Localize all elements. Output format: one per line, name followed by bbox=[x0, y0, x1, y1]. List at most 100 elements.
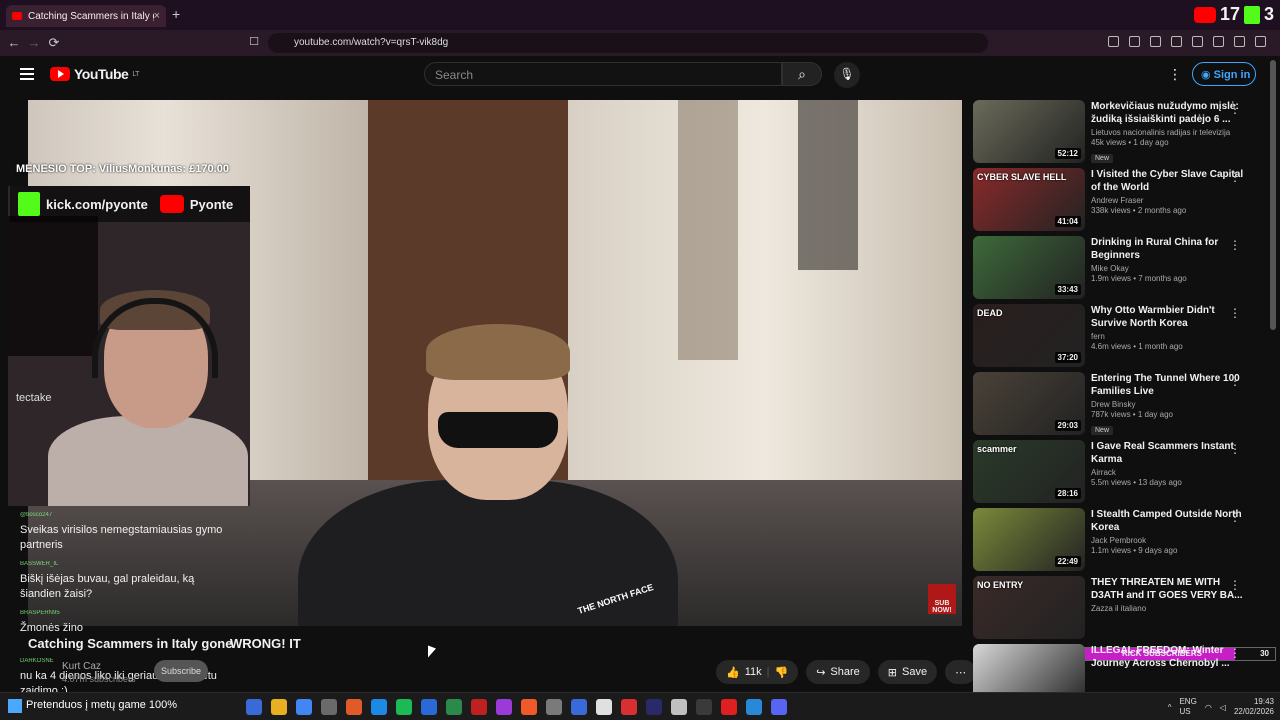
taskbar-app-icon[interactable] bbox=[271, 699, 287, 715]
taskbar-app-icon[interactable] bbox=[546, 699, 562, 715]
more-options-icon[interactable]: ⋮ bbox=[1229, 442, 1241, 456]
taskbar-app-icon[interactable] bbox=[771, 699, 787, 715]
recommendation-item[interactable]: NO ENTRY THEY THREATEN ME WITH D3ATH and … bbox=[973, 576, 1263, 644]
video-thumbnail[interactable]: 22:49 bbox=[973, 508, 1085, 571]
video-thumbnail[interactable]: 52:12 bbox=[973, 100, 1085, 163]
recommendation-item[interactable]: CYBER SLAVE HELL 41:04 I Visited the Cyber… bbox=[973, 168, 1263, 236]
taskbar-app-icon[interactable] bbox=[721, 699, 737, 715]
clock-date[interactable]: 22/02/2026 bbox=[1234, 707, 1274, 717]
recommendation-title[interactable]: Entering The Tunnel Where 100 Families L… bbox=[1091, 372, 1245, 398]
recommendation-channel[interactable]: fern bbox=[1091, 332, 1245, 341]
extension-icon[interactable] bbox=[1213, 36, 1224, 47]
taskbar-app-icon[interactable] bbox=[671, 699, 687, 715]
taskbar-app-icon[interactable] bbox=[596, 699, 612, 715]
more-options-icon[interactable]: ⋮ bbox=[1229, 510, 1241, 524]
recommendation-channel[interactable]: Andrew Fraser bbox=[1091, 196, 1245, 205]
recommendation-title[interactable]: Why Otto Warmbier Didn't Survive North K… bbox=[1091, 304, 1245, 330]
extension-icon[interactable] bbox=[1171, 36, 1182, 47]
video-thumbnail[interactable]: NO ENTRY bbox=[973, 576, 1085, 639]
recommendation-title[interactable]: I Visited the Cyber Slave Capital of the… bbox=[1091, 168, 1245, 194]
recommendation-item[interactable]: scammer 28:16 I Gave Real Scammers Instant… bbox=[973, 440, 1263, 508]
volume-icon[interactable]: ◁ bbox=[1220, 703, 1226, 712]
extension-icon[interactable] bbox=[1129, 36, 1140, 47]
channel-name[interactable]: Kurt Caz bbox=[62, 661, 101, 672]
recommendation-channel[interactable]: Mike Okay bbox=[1091, 264, 1245, 273]
taskbar-app-icon[interactable] bbox=[471, 699, 487, 715]
more-options-icon[interactable]: ⋮ bbox=[1229, 102, 1241, 116]
search-input[interactable]: Search bbox=[424, 62, 782, 86]
more-options-icon[interactable]: ⋮ bbox=[1229, 578, 1241, 592]
extension-icon[interactable] bbox=[1150, 36, 1161, 47]
share-button[interactable]: ↪ Share bbox=[806, 660, 870, 684]
language[interactable]: ENG bbox=[1179, 697, 1196, 707]
more-actions-button[interactable]: ⋯ bbox=[945, 660, 977, 684]
keyboard-region[interactable]: US bbox=[1179, 707, 1196, 717]
taskbar-app-icon[interactable] bbox=[696, 699, 712, 715]
wifi-icon[interactable]: ◠ bbox=[1205, 703, 1212, 712]
more-options-icon[interactable]: ⋮ bbox=[1229, 374, 1241, 388]
bookmark-icon[interactable]: ☐ bbox=[244, 35, 264, 48]
back-button[interactable]: ← bbox=[4, 35, 24, 50]
video-thumbnail[interactable]: DEAD 37:20 bbox=[973, 304, 1085, 367]
thumbs-down-icon[interactable]: 👎 bbox=[774, 666, 788, 679]
taskbar-app-icon[interactable] bbox=[421, 699, 437, 715]
reload-button[interactable]: ⟳ bbox=[44, 35, 64, 51]
recommendation-title[interactable]: Morkevičiaus nužudymo mįslė: žudiką išsi… bbox=[1091, 100, 1245, 126]
search-button[interactable]: ⌕ bbox=[782, 62, 822, 86]
extension-icon[interactable] bbox=[1108, 36, 1119, 47]
taskbar-app-icon[interactable] bbox=[246, 699, 262, 715]
recommendation-title[interactable]: ILLEGAL FREEDOM: Winter Journey Across C… bbox=[1091, 644, 1245, 670]
video-thumbnail[interactable]: scammer 28:16 bbox=[973, 440, 1085, 503]
like-button[interactable]: 👍 11k | 👎 bbox=[716, 660, 799, 684]
video-thumbnail[interactable]: CYBER SLAVE HELL 41:04 bbox=[973, 168, 1085, 231]
recommendation-channel[interactable]: Zazza il italiano bbox=[1091, 604, 1245, 613]
taskbar-app-icon[interactable] bbox=[446, 699, 462, 715]
recommendation-title[interactable]: Drinking in Rural China for Beginners bbox=[1091, 236, 1245, 262]
taskbar-app-icon[interactable] bbox=[296, 699, 312, 715]
youtube-logo[interactable]: YouTube LT bbox=[50, 66, 139, 82]
video-thumbnail[interactable]: 33:43 bbox=[973, 236, 1085, 299]
taskbar-app-icon[interactable] bbox=[371, 699, 387, 715]
taskbar-app-icon[interactable] bbox=[396, 699, 412, 715]
taskbar-app-icon[interactable] bbox=[746, 699, 762, 715]
recommendation-item[interactable]: DEAD 37:20 Why Otto Warmbier Didn't Surviv… bbox=[973, 304, 1263, 372]
sign-in-button[interactable]: ◉ Sign in bbox=[1192, 62, 1256, 86]
tab-close-button[interactable]: × bbox=[154, 10, 160, 22]
taskbar-app-icon[interactable] bbox=[571, 699, 587, 715]
extension-icon[interactable] bbox=[1234, 36, 1245, 47]
recommendation-item[interactable]: 52:12 Morkevičiaus nužudymo mįslė: žudiką… bbox=[973, 100, 1263, 168]
tray-arrow-icon[interactable]: ^ bbox=[1168, 703, 1172, 712]
taskbar-app-icon[interactable] bbox=[321, 699, 337, 715]
new-tab-button[interactable]: + bbox=[172, 6, 180, 22]
taskbar-app-icon[interactable] bbox=[621, 699, 637, 715]
extension-icon[interactable] bbox=[1192, 36, 1203, 47]
more-options-icon[interactable]: ⋮ bbox=[1229, 238, 1241, 252]
taskbar-app-icon[interactable] bbox=[496, 699, 512, 715]
taskbar-app-icon[interactable] bbox=[346, 699, 362, 715]
recommendation-title[interactable]: I Gave Real Scammers Instant Karma bbox=[1091, 440, 1245, 466]
taskbar-app-icon[interactable] bbox=[521, 699, 537, 715]
recommendation-item[interactable]: 29:03 Entering The Tunnel Where 100 Famil… bbox=[973, 372, 1263, 440]
recommendation-channel[interactable]: Drew Binsky bbox=[1091, 400, 1245, 409]
more-options-icon[interactable]: ⋮ bbox=[1229, 646, 1241, 660]
voice-search-button[interactable]: 🎙 bbox=[834, 62, 860, 88]
recommendation-title[interactable]: I Stealth Camped Outside North Korea bbox=[1091, 508, 1245, 534]
windows-start-icon[interactable] bbox=[8, 699, 22, 713]
recommendation-channel[interactable]: Lietuvos nacionalinis radijas ir televiz… bbox=[1091, 128, 1245, 137]
more-options-icon[interactable]: ⋮ bbox=[1229, 170, 1241, 184]
recommendation-item[interactable]: 33:43 Drinking in Rural China for Beginne… bbox=[973, 236, 1263, 304]
menu-icon[interactable] bbox=[20, 68, 34, 83]
clock-time[interactable]: 19:43 bbox=[1234, 697, 1274, 707]
browser-tab[interactable]: Catching Scammers in Italy gone × bbox=[6, 5, 166, 27]
recommendation-title[interactable]: THEY THREATEN ME WITH D3ATH and IT GOES … bbox=[1091, 576, 1245, 602]
recommendation-channel[interactable]: Jack Pembrook bbox=[1091, 536, 1245, 545]
channel-watermark[interactable]: SUB NOW! bbox=[928, 584, 956, 614]
more-options-icon[interactable]: ⋮ bbox=[1229, 306, 1241, 320]
forward-button[interactable]: → bbox=[24, 35, 44, 50]
settings-more-button[interactable]: ⋮ bbox=[1168, 66, 1182, 83]
subscribe-button[interactable]: Subscribe bbox=[154, 660, 208, 682]
save-button[interactable]: ⊞ Save bbox=[877, 660, 938, 684]
recommendation-channel[interactable]: Airrack bbox=[1091, 468, 1245, 477]
url-field[interactable]: youtube.com/watch?v=qrsT-vik8dg bbox=[268, 33, 988, 53]
taskbar-app-icon[interactable] bbox=[646, 699, 662, 715]
